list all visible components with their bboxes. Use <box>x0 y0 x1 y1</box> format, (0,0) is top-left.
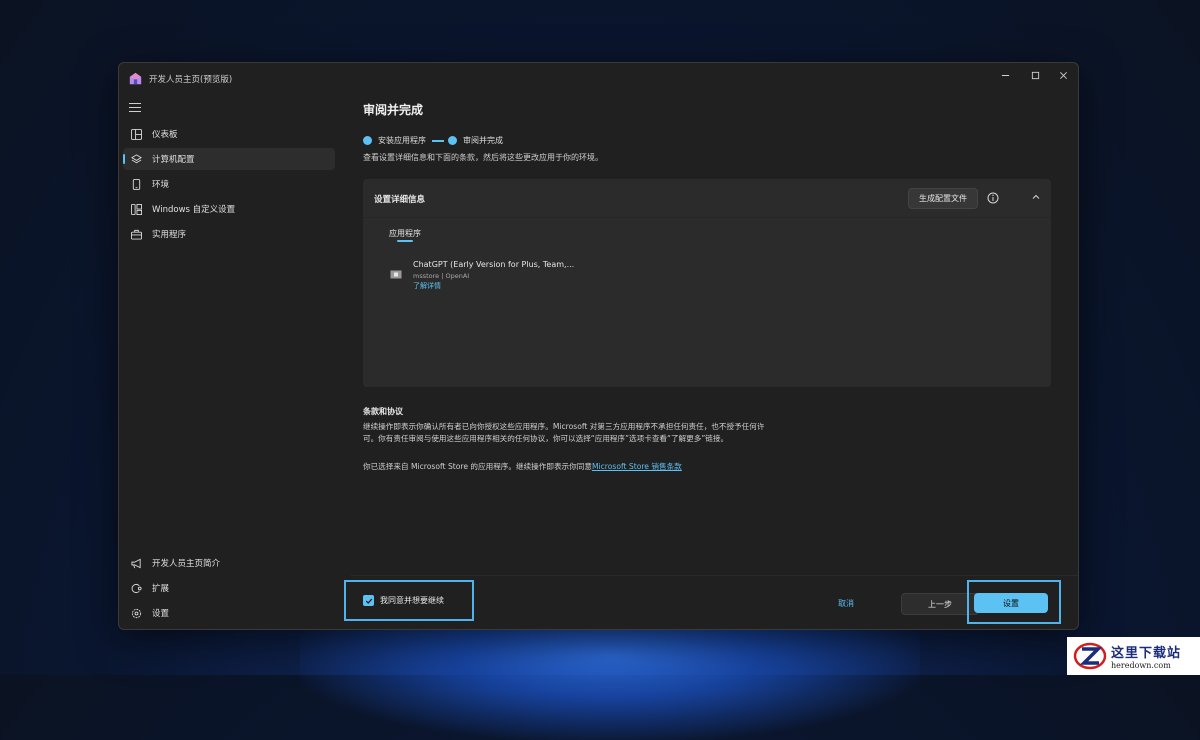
app-package-icon <box>390 270 402 279</box>
step-dot <box>363 136 372 145</box>
sidebar-item-about[interactable]: 开发人员主页简介 <box>123 552 335 574</box>
main-content: 审阅并完成 安装应用程序 审阅并完成 查看设置详细信息和下面的条款，然后将这些更… <box>351 63 1078 629</box>
app-source: msstore | OpenAI <box>413 272 470 280</box>
sidebar-item-settings[interactable]: 设置 <box>123 602 335 624</box>
store-terms-text: 你已选择来自 Microsoft Store 的应用程序。继续操作即表示你同意 <box>363 462 592 471</box>
tab-underline <box>397 240 413 242</box>
app-name: ChatGPT (Early Version for Plus, Team,..… <box>413 260 575 269</box>
tab-applications[interactable]: 应用程序 <box>389 228 421 239</box>
sidebar-item-label: 环境 <box>152 180 170 190</box>
sidebar-item-extensions[interactable]: 扩展 <box>123 577 335 599</box>
active-indicator <box>123 154 125 164</box>
sidebar-item-machine-config[interactable]: 计算机配置 <box>123 148 335 170</box>
step-dot <box>448 136 457 145</box>
window-title: 开发人员主页(预览版) <box>149 75 233 85</box>
info-icon[interactable] <box>987 192 999 204</box>
generate-config-button[interactable]: 生成配置文件 <box>908 188 978 209</box>
setup-details-card: 设置详细信息 生成配置文件 应用程序 ChatGPT (Early Versio… <box>363 179 1051 387</box>
highlight-agree-box <box>344 580 474 621</box>
card-header[interactable]: 设置详细信息 生成配置文件 <box>363 179 1051 218</box>
highlight-setup-box <box>967 580 1061 624</box>
chevron-up-icon[interactable] <box>1031 192 1041 202</box>
learn-more-link[interactable]: 了解详情 <box>413 281 441 291</box>
sidebar-item-label: 设置 <box>152 609 170 619</box>
stepper: 安装应用程序 审阅并完成 <box>363 135 503 146</box>
sidebar-item-label: Windows 自定义设置 <box>152 205 236 215</box>
windows-customize-icon <box>130 203 142 215</box>
sidebar-item-utilities[interactable]: 实用程序 <box>123 223 335 245</box>
watermark-en: heredown.com <box>1111 661 1171 670</box>
card-title: 设置详细信息 <box>374 195 426 205</box>
step-connector <box>432 139 444 142</box>
sidebar-item-label: 开发人员主页简介 <box>152 559 221 569</box>
store-terms-link[interactable]: Microsoft Store 销售条款 <box>592 462 682 471</box>
step-label: 安装应用程序 <box>378 136 426 145</box>
page-title: 审阅并完成 <box>363 103 424 117</box>
sidebar-item-windows-customization[interactable]: Windows 自定义设置 <box>123 198 335 220</box>
puzzle-icon <box>130 582 142 594</box>
page-description: 查看设置详细信息和下面的条款，然后将这些更改应用于你的环境。 <box>363 153 603 162</box>
megaphone-icon <box>130 557 142 569</box>
device-icon <box>130 178 142 190</box>
dashboard-icon <box>130 128 142 140</box>
terms-paragraph: 继续操作即表示你确认所有者已向你授权这些应用程序。Microsoft 对第三方应… <box>363 422 765 443</box>
app-window: 开发人员主页(预览版) 仪表板 计算机配置 环境 Windows 自定义设置 实… <box>118 62 1079 630</box>
gear-icon <box>130 607 142 619</box>
step-label: 审阅并完成 <box>463 136 503 145</box>
sidebar-item-label: 仪表板 <box>152 130 178 140</box>
toolbox-icon <box>130 228 142 240</box>
cancel-button[interactable]: 取消 <box>816 593 876 613</box>
layers-icon <box>130 153 142 165</box>
sidebar-item-label: 实用程序 <box>152 230 187 240</box>
watermark-cn: 这里下载站 <box>1111 646 1182 661</box>
watermark: 这里下载站 heredown.com <box>1067 637 1200 675</box>
footer-divider <box>351 575 1078 576</box>
sidebar-item-label: 扩展 <box>152 584 170 594</box>
menu-toggle-icon[interactable] <box>129 103 141 113</box>
sidebar-item-environments[interactable]: 环境 <box>123 173 335 195</box>
dev-home-app-icon <box>129 72 142 85</box>
store-terms-paragraph: 你已选择来自 Microsoft Store 的应用程序。继续操作即表示你同意M… <box>363 461 682 472</box>
watermark-logo-icon <box>1073 642 1107 670</box>
sidebar-item-label: 计算机配置 <box>152 155 195 165</box>
terms-heading: 条款和协议 <box>363 407 403 416</box>
sidebar-item-dashboard[interactable]: 仪表板 <box>123 123 335 145</box>
